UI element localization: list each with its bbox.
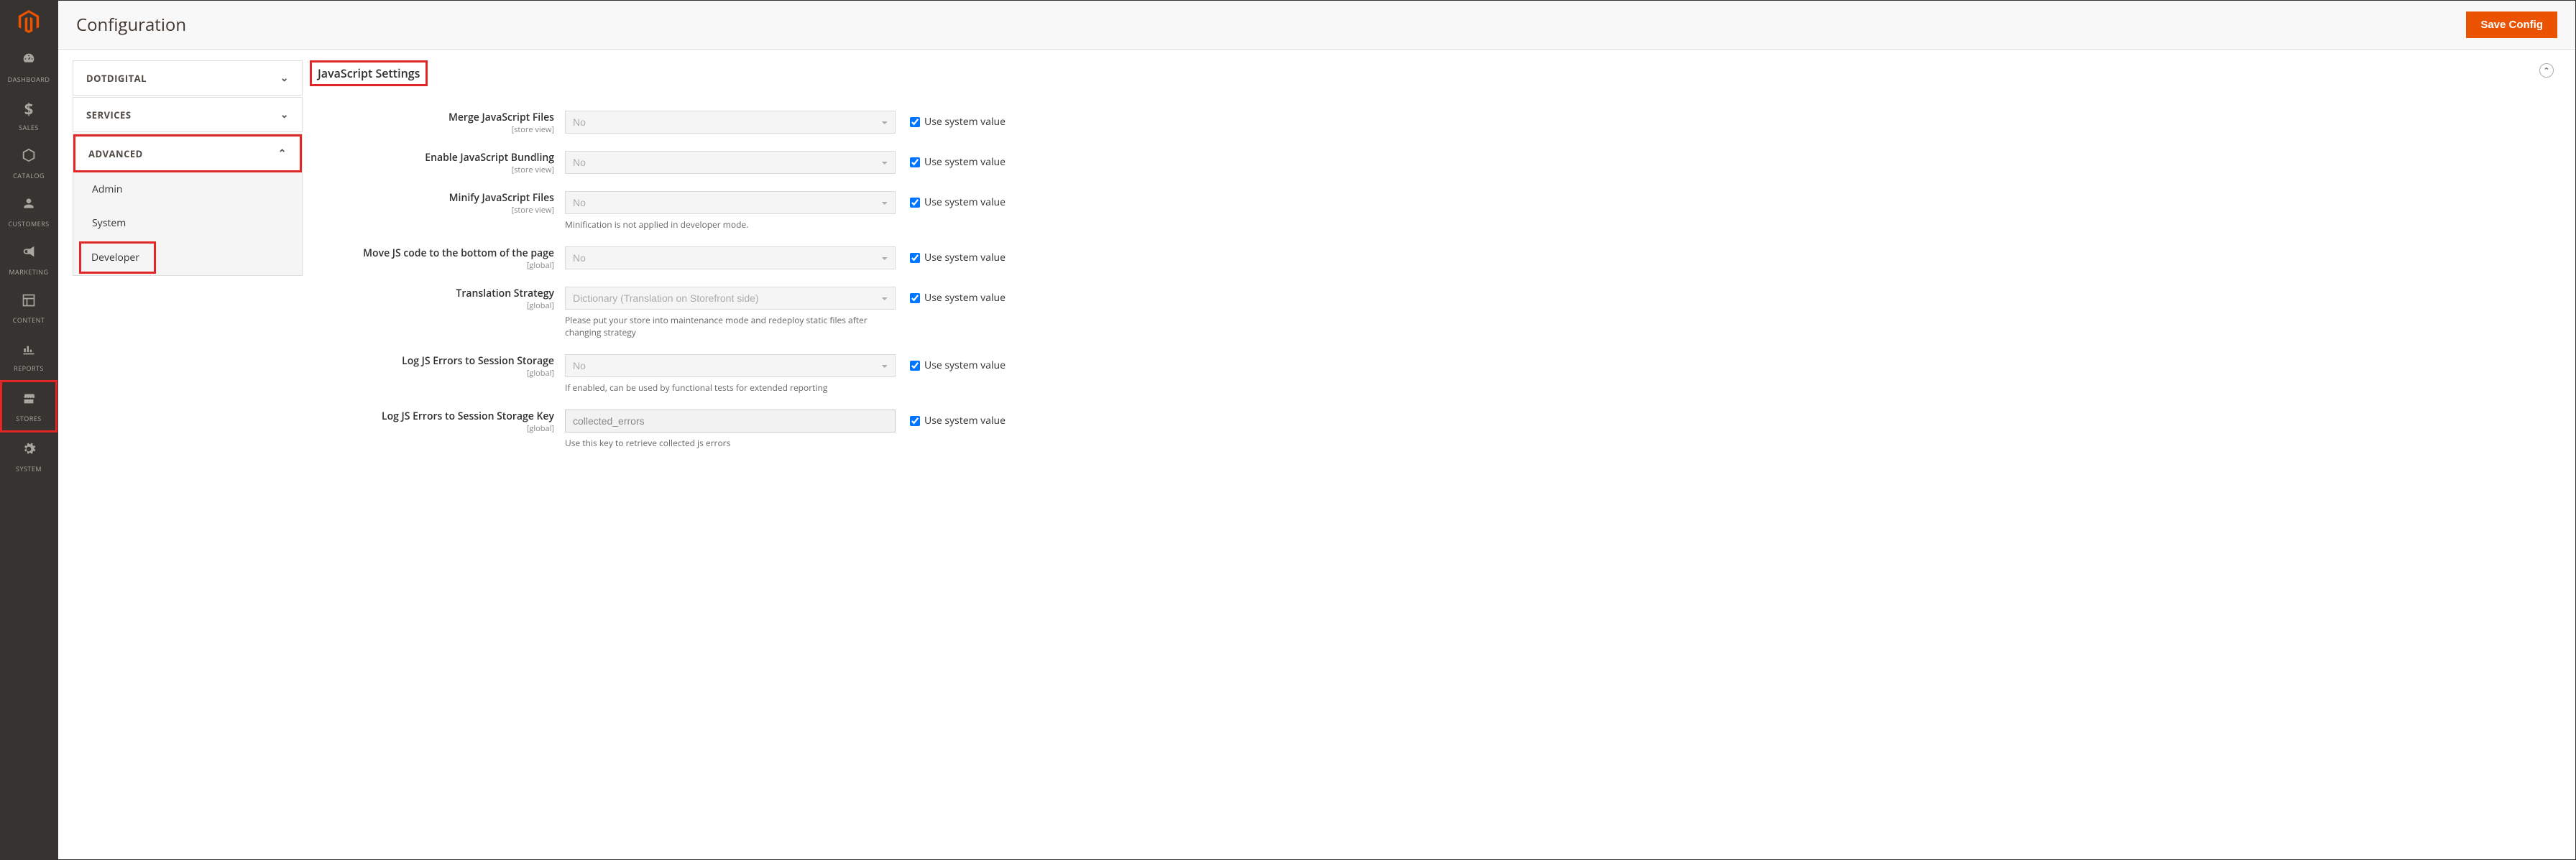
field-label: Minify JavaScript Files xyxy=(449,191,554,205)
use-system-label: Use system value xyxy=(924,195,1006,209)
cube-icon xyxy=(21,147,37,168)
field-scope: [global] xyxy=(310,423,554,434)
field-translation-strategy: Translation Strategy [global] Dictionary… xyxy=(310,287,2554,338)
use-system-checkbox[interactable] xyxy=(910,416,920,426)
use-system-checkbox[interactable] xyxy=(910,293,920,303)
use-system-checkbox[interactable] xyxy=(910,198,920,208)
field-label: Log JS Errors to Session Storage Key xyxy=(382,410,554,423)
sidebar-label: CUSTOMERS xyxy=(8,219,49,228)
tree-item-developer[interactable]: Developer xyxy=(79,241,156,274)
save-config-button[interactable]: Save Config xyxy=(2466,11,2557,38)
field-enable-bundling: Enable JavaScript Bundling [store view] … xyxy=(310,151,2554,175)
sidebar-label: MARKETING xyxy=(9,267,48,277)
page-header: Configuration Save Config xyxy=(58,1,2575,50)
tree-group-services[interactable]: SERVICES ⌄ xyxy=(73,98,302,131)
sidebar-item-stores[interactable]: STORES xyxy=(0,380,58,433)
use-system-label: Use system value xyxy=(924,155,1006,169)
field-scope: [store view] xyxy=(310,124,554,135)
field-note: Please put your store into maintenance m… xyxy=(565,314,896,338)
field-note: Use this key to retrieve collected js er… xyxy=(565,437,896,449)
enable-bundling-select[interactable]: No xyxy=(565,151,896,174)
tree-item-system[interactable]: System xyxy=(73,206,302,240)
sidebar-item-customers[interactable]: CUSTOMERS xyxy=(0,188,58,236)
field-minify-js: Minify JavaScript Files [store view] No … xyxy=(310,191,2554,231)
field-label: Log JS Errors to Session Storage xyxy=(402,354,554,368)
use-system-checkbox[interactable] xyxy=(910,117,920,127)
sidebar-label: CONTENT xyxy=(13,315,45,325)
field-label: Translation Strategy xyxy=(456,287,554,300)
sidebar-item-marketing[interactable]: MARKETING xyxy=(0,236,58,284)
field-label: Enable JavaScript Bundling xyxy=(425,151,554,165)
megaphone-icon xyxy=(21,243,37,264)
tree-group-label: ADVANCED xyxy=(88,147,143,160)
use-system-label: Use system value xyxy=(924,115,1006,129)
sidebar-item-catalog[interactable]: CATALOG xyxy=(0,139,58,188)
field-scope: [global] xyxy=(310,368,554,379)
minify-js-select[interactable]: No xyxy=(565,191,896,214)
use-system-label: Use system value xyxy=(924,359,1006,372)
field-scope: [global] xyxy=(310,300,554,311)
sidebar-item-system[interactable]: SYSTEM xyxy=(0,433,58,481)
sidebar-label: REPORTS xyxy=(14,364,44,373)
settings-panel: JavaScript Settings ⌃ Merge JavaScript F… xyxy=(303,50,2575,859)
use-system-label: Use system value xyxy=(924,414,1006,427)
field-move-js-bottom: Move JS code to the bottom of the page [… xyxy=(310,246,2554,271)
sidebar-label: CATALOG xyxy=(13,171,45,180)
sidebar-item-content[interactable]: CONTENT xyxy=(0,284,58,332)
use-system-checkbox[interactable] xyxy=(910,157,920,167)
chevron-down-icon: ⌄ xyxy=(280,71,289,85)
chevron-down-icon: ⌄ xyxy=(280,108,289,121)
sidebar-label: STORES xyxy=(16,414,41,423)
use-system-checkbox[interactable] xyxy=(910,361,920,371)
log-js-errors-select[interactable]: No xyxy=(565,354,896,377)
gear-icon xyxy=(22,440,36,461)
magento-logo-icon xyxy=(17,10,40,33)
field-label: Move JS code to the bottom of the page xyxy=(363,246,554,260)
merge-js-select[interactable]: No xyxy=(565,111,896,134)
field-log-js-errors: Log JS Errors to Session Storage [global… xyxy=(310,354,2554,394)
sidebar-label: SYSTEM xyxy=(16,464,42,473)
section-title-javascript-settings[interactable]: JavaScript Settings xyxy=(310,60,428,86)
storefront-icon xyxy=(21,389,37,411)
tree-item-admin[interactable]: Admin xyxy=(73,172,302,206)
use-system-checkbox[interactable] xyxy=(910,253,920,263)
field-note: Minification is not applied in developer… xyxy=(565,218,896,231)
config-tree: DOTDIGITAL ⌄ SERVICES ⌄ ADVANCED ⌃ xyxy=(58,50,303,859)
magento-logo[interactable] xyxy=(0,0,58,43)
page-title: Configuration xyxy=(76,13,186,37)
collapse-section-icon[interactable]: ⌃ xyxy=(2539,63,2554,78)
sidebar-item-reports[interactable]: REPORTS xyxy=(0,332,58,380)
sidebar-item-dashboard[interactable]: DASHBOARD xyxy=(0,43,58,91)
tree-group-label: SERVICES xyxy=(86,108,132,121)
tree-group-dotdigital[interactable]: DOTDIGITAL ⌄ xyxy=(73,61,302,95)
layout-icon xyxy=(22,291,36,313)
tree-group-label: DOTDIGITAL xyxy=(86,72,147,85)
admin-sidebar: DASHBOARD $ SALES CATALOG CUSTOMERS MARK… xyxy=(0,0,58,860)
sidebar-item-sales[interactable]: $ SALES xyxy=(0,91,58,139)
field-merge-js: Merge JavaScript Files [store view] No U… xyxy=(310,111,2554,135)
tree-group-advanced[interactable]: ADVANCED ⌃ xyxy=(73,134,302,172)
move-js-select[interactable]: No xyxy=(565,246,896,269)
person-icon xyxy=(22,195,36,216)
use-system-label: Use system value xyxy=(924,291,1006,305)
bar-chart-icon xyxy=(22,339,36,361)
translation-strategy-select[interactable]: Dictionary (Translation on Storefront si… xyxy=(565,287,896,310)
field-label: Merge JavaScript Files xyxy=(448,111,554,124)
field-scope: [global] xyxy=(310,260,554,271)
field-note: If enabled, can be used by functional te… xyxy=(565,382,896,394)
chevron-up-icon: ⌃ xyxy=(278,147,287,160)
sidebar-label: SALES xyxy=(19,123,39,132)
field-scope: [store view] xyxy=(310,165,554,175)
use-system-label: Use system value xyxy=(924,251,1006,264)
field-scope: [store view] xyxy=(310,205,554,216)
dashboard-icon xyxy=(21,50,37,72)
sidebar-label: DASHBOARD xyxy=(8,75,50,84)
field-log-js-errors-key: Log JS Errors to Session Storage Key [gl… xyxy=(310,410,2554,449)
dollar-icon: $ xyxy=(24,98,34,120)
log-js-errors-key-input[interactable] xyxy=(565,410,896,433)
